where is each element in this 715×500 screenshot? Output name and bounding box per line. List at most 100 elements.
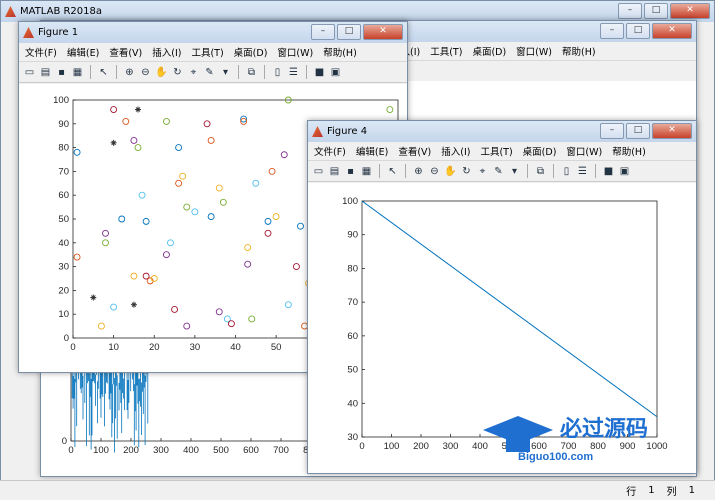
menu-help[interactable]: 帮助(H)	[612, 144, 646, 158]
fig4-ytick-label: 30	[347, 432, 358, 443]
print-icon[interactable]: ▦	[360, 165, 373, 178]
fig4-ytick-label: 60	[347, 331, 358, 342]
pointer-icon[interactable]: ↖	[386, 165, 399, 178]
menu-file[interactable]: 文件(F)	[314, 144, 346, 158]
fig1-ytick-label: 80	[58, 143, 69, 154]
data-cursor-icon[interactable]: ⌖	[476, 165, 489, 178]
figure1-maximize-button[interactable]: □	[337, 24, 361, 40]
bg-xtick-label: 100	[93, 445, 109, 456]
matlab-logo-icon	[312, 126, 323, 137]
fig4-ytick-label: 40	[347, 398, 358, 409]
fig1-ytick-label: 100	[53, 95, 69, 106]
menu-edit[interactable]: 编辑(E)	[356, 144, 388, 158]
figure4-maximize-button[interactable]: □	[626, 123, 650, 139]
fig1-ytick-label: 0	[64, 333, 69, 344]
fig1-ytick-label: 90	[58, 119, 69, 130]
open-file-icon[interactable]: ▤	[328, 165, 341, 178]
zoom-in-icon[interactable]: ⊕	[123, 66, 136, 79]
maximize-button[interactable]: □	[644, 3, 668, 19]
show-plot-tools-icon[interactable]: ▣	[618, 165, 631, 178]
menu-tools[interactable]: 工具(T)	[191, 45, 223, 59]
fig4-ytick-label: 90	[347, 230, 358, 241]
link-plot-icon[interactable]: ⧉	[245, 66, 258, 79]
figure1-close-button[interactable]: ✕	[363, 24, 403, 40]
watermark-sub: Biguo100.com	[518, 451, 593, 463]
menu-desktop[interactable]: 桌面(D)	[234, 45, 268, 59]
menu-desktop[interactable]: 桌面(D)	[523, 144, 557, 158]
close-button[interactable]: ✕	[670, 3, 710, 19]
bg-close-button[interactable]: ✕	[652, 23, 692, 39]
legend-icon[interactable]: ☰	[287, 66, 300, 79]
dropdown-icon[interactable]: ▾	[508, 165, 521, 178]
pan-icon[interactable]: ✋	[155, 66, 168, 79]
hide-plot-tools-icon[interactable]: ■	[602, 165, 615, 178]
fig4-xtick-label: 0	[359, 441, 364, 452]
menu-view[interactable]: 查看(V)	[398, 144, 431, 158]
menu-edit[interactable]: 编辑(E)	[67, 45, 99, 59]
save-icon[interactable]: ▪	[344, 165, 357, 178]
fig4-ytick-label: 50	[347, 365, 358, 376]
menu-window[interactable]: 窗口(W)	[566, 144, 602, 158]
pan-icon[interactable]: ✋	[444, 165, 457, 178]
pointer-icon[interactable]: ↖	[97, 66, 110, 79]
bg-menu-desktop[interactable]: 桌面(D)	[472, 44, 506, 58]
row-label: 行	[626, 487, 637, 498]
figure4-minimize-button[interactable]: –	[600, 123, 624, 139]
col-value: 1	[688, 485, 695, 496]
figure4-titlebar: Figure 4 – □ ✕	[308, 121, 696, 142]
menu-help[interactable]: 帮助(H)	[323, 45, 357, 59]
zoom-out-icon[interactable]: ⊖	[428, 165, 441, 178]
menu-view[interactable]: 查看(V)	[109, 45, 142, 59]
bg-menu-help[interactable]: 帮助(H)	[562, 44, 596, 58]
colorbar-icon[interactable]: ▯	[271, 66, 284, 79]
brush-icon[interactable]: ✎	[492, 165, 505, 178]
watermark-text: 必过源码	[560, 416, 648, 442]
menu-insert[interactable]: 插入(I)	[441, 144, 470, 158]
zoom-out-icon[interactable]: ⊖	[139, 66, 152, 79]
minimize-button[interactable]: –	[618, 3, 642, 19]
bg-xtick-label: 0	[68, 445, 73, 456]
fig1-ytick-label: 70	[58, 166, 69, 177]
main-titlebar: MATLAB R2018a – □ ✕	[1, 1, 714, 22]
menu-insert[interactable]: 插入(I)	[152, 45, 181, 59]
figure1-title: Figure 1	[38, 27, 79, 38]
hide-plot-tools-icon[interactable]: ■	[313, 66, 326, 79]
bg-ytick-label: 0	[62, 436, 67, 447]
bg-minimize-button[interactable]: –	[600, 23, 624, 39]
dropdown-icon[interactable]: ▾	[219, 66, 232, 79]
link-plot-icon[interactable]: ⧉	[534, 165, 547, 178]
open-file-icon[interactable]: ▤	[39, 66, 52, 79]
legend-icon[interactable]: ☰	[576, 165, 589, 178]
main-window-title: MATLAB R2018a	[20, 6, 103, 17]
bg-xtick-label: 300	[153, 445, 169, 456]
colorbar-icon[interactable]: ▯	[560, 165, 573, 178]
figure4-close-button[interactable]: ✕	[652, 123, 692, 139]
rotate-icon[interactable]: ↻	[460, 165, 473, 178]
menu-file[interactable]: 文件(F)	[25, 45, 57, 59]
fig1-ytick-label: 10	[58, 309, 69, 320]
figure1-titlebar: Figure 1 – □ ✕	[19, 22, 407, 43]
fig1-ytick-label: 50	[58, 214, 69, 225]
data-cursor-icon[interactable]: ⌖	[187, 66, 200, 79]
menu-window[interactable]: 窗口(W)	[277, 45, 313, 59]
bg-xtick-label: 600	[243, 445, 259, 456]
row-value: 1	[648, 485, 655, 496]
zoom-in-icon[interactable]: ⊕	[412, 165, 425, 178]
col-label: 列	[666, 487, 677, 498]
figure1-minimize-button[interactable]: –	[311, 24, 335, 40]
menu-tools[interactable]: 工具(T)	[480, 144, 512, 158]
print-icon[interactable]: ▦	[71, 66, 84, 79]
bg-menu-window[interactable]: 窗口(W)	[516, 44, 552, 58]
rotate-icon[interactable]: ↻	[171, 66, 184, 79]
bg-maximize-button[interactable]: □	[626, 23, 650, 39]
fig1-xtick-label: 10	[108, 342, 119, 353]
brush-icon[interactable]: ✎	[203, 66, 216, 79]
bg-menu-tools[interactable]: 工具(T)	[430, 44, 462, 58]
figure4-controls: – □ ✕	[600, 123, 692, 139]
figure1-controls: – □ ✕	[311, 24, 403, 40]
new-figure-icon[interactable]: ▭	[23, 66, 36, 79]
new-figure-icon[interactable]: ▭	[312, 165, 325, 178]
save-icon[interactable]: ▪	[55, 66, 68, 79]
show-plot-tools-icon[interactable]: ▣	[329, 66, 342, 79]
bg-figure-controls: – □ ✕	[600, 23, 692, 39]
